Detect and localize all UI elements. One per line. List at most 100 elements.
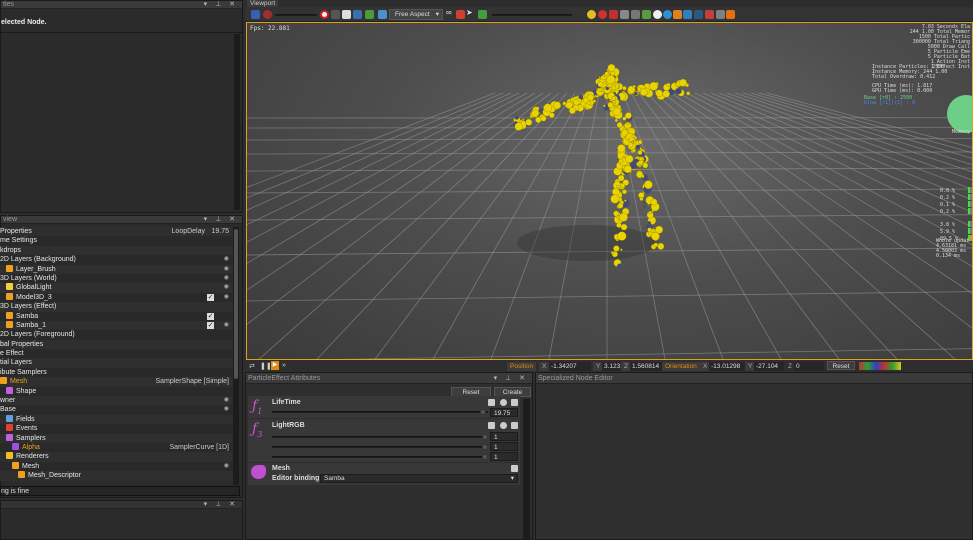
loop-delay-value[interactable]: 19.75 — [211, 227, 229, 236]
delete-icon[interactable] — [511, 422, 518, 429]
loop-icon[interactable]: ∞ — [446, 8, 455, 17]
tree-row[interactable]: GlobalLight ◉ — [0, 283, 233, 293]
eye-icon[interactable]: ◉ — [224, 321, 229, 330]
tree-row[interactable]: Model3D_3 ✓ ◉ — [0, 292, 233, 303]
cube-view-icon[interactable] — [378, 10, 387, 19]
g-slider[interactable] — [272, 446, 488, 448]
visibility-checkbox[interactable]: ✓ — [207, 312, 214, 320]
eye-icon[interactable]: ◉ — [224, 396, 229, 405]
tree-row[interactable]: 2D Layers (Foreground) — [0, 330, 233, 340]
eye-icon[interactable]: ◉ — [224, 274, 229, 283]
tree-row[interactable]: Samba ✓ — [0, 311, 233, 321]
eye-icon[interactable]: ◉ — [224, 462, 229, 471]
play-icon[interactable] — [478, 10, 487, 19]
panel-buttons[interactable]: ▾ ⊥ ✕ — [204, 1, 238, 9]
settings-icon[interactable] — [500, 399, 507, 406]
tree-row[interactable]: Renderers — [0, 452, 233, 462]
orientation-y-field[interactable]: -27.104 — [754, 362, 784, 371]
r-slider[interactable] — [272, 436, 488, 438]
tree-row[interactable]: 2D Layers (Background) ◉ — [0, 255, 233, 265]
camera-icon[interactable] — [331, 10, 340, 19]
tree-row[interactable]: Samba_1 ✓ ◉ — [0, 320, 233, 331]
axis-icon[interactable] — [694, 10, 703, 19]
eye-icon[interactable]: ◉ — [224, 255, 229, 264]
eye-icon[interactable]: ◉ — [224, 293, 229, 302]
time-slider[interactable] — [275, 14, 317, 16]
layers-icon[interactable] — [705, 10, 714, 19]
record-icon[interactable] — [320, 10, 329, 19]
editor-binding-select[interactable]: Samba ▾ — [320, 474, 518, 483]
tree-row[interactable]: 3D Layers (World) ◉ — [0, 273, 233, 284]
position-x-field[interactable]: -1.34207 — [549, 362, 591, 371]
eye-icon[interactable]: ◉ — [224, 405, 229, 414]
orientation-x-field[interactable]: -13.01298 — [709, 362, 749, 371]
b-slider[interactable] — [272, 456, 488, 458]
loop-icon[interactable]: ⇄ — [249, 362, 255, 370]
grid-icon[interactable] — [620, 10, 629, 19]
tree-row[interactable]: me Settings — [0, 236, 233, 246]
gizmo-icons[interactable] — [859, 362, 901, 370]
record-off-icon[interactable] — [263, 10, 272, 19]
panel-buttons[interactable]: ▾ ⊥ ✕ — [494, 373, 528, 384]
b-value[interactable]: 1 — [490, 452, 518, 461]
radiation-icon[interactable] — [587, 10, 596, 19]
film-icon[interactable] — [353, 10, 362, 19]
tree-row[interactable]: e Effect — [0, 349, 233, 359]
plant-icon[interactable] — [365, 10, 374, 19]
settings-icon[interactable] — [500, 422, 507, 429]
lifetime-value[interactable]: 19.75 — [490, 408, 518, 417]
tree-row[interactable]: Layer_Brush ◉ — [0, 264, 233, 274]
aspect-select[interactable]: Free Aspect ▾ — [389, 9, 443, 20]
stop-sign-icon[interactable] — [598, 10, 607, 19]
reset-transform-button[interactable]: Reset — [827, 361, 855, 370]
slider-knob[interactable] — [482, 434, 488, 440]
power-icon[interactable] — [726, 10, 735, 19]
eye-icon[interactable]: ◉ — [224, 283, 229, 292]
slider-knob[interactable] — [482, 444, 488, 450]
play-icon[interactable]: ▶ — [271, 361, 279, 370]
stop-icon[interactable] — [456, 10, 465, 19]
tree-row[interactable]: bal Properties — [0, 339, 233, 350]
position-z-field[interactable]: 1.560814 — [630, 362, 664, 371]
graph-icon[interactable] — [488, 422, 495, 429]
g-value[interactable]: 1 — [490, 442, 518, 451]
shield-icon[interactable] — [716, 10, 725, 19]
lifetime-slider[interactable] — [272, 411, 488, 413]
tree-row[interactable]: kdrops — [0, 245, 233, 256]
visibility-checkbox[interactable]: ✓ — [207, 293, 214, 301]
visibility-checkbox[interactable]: ✓ — [207, 321, 214, 329]
tree-row[interactable]: Mesh SamplerShape [Simple] — [0, 377, 233, 387]
tree-scrollbar[interactable] — [233, 227, 239, 485]
tree-row[interactable]: Fields — [0, 414, 233, 425]
panel-buttons[interactable]: ▾ ⊥ ✕ — [204, 216, 238, 224]
globe-icon[interactable] — [683, 10, 692, 19]
tree-row[interactable]: tial Layers — [0, 358, 233, 368]
tree-row[interactable]: Alpha SamplerCurve [1D] — [0, 442, 233, 453]
tree-row[interactable]: 3D Layers (Effect) — [0, 302, 233, 312]
tree-row[interactable]: Mesh ◉ — [0, 461, 233, 472]
nodes-icon[interactable] — [609, 10, 618, 19]
scrollbar[interactable] — [234, 34, 240, 210]
save-icon[interactable] — [251, 10, 260, 19]
r-value[interactable]: 1 — [490, 432, 518, 441]
fast-forward-icon[interactable]: » — [282, 362, 286, 369]
viewport-canvas[interactable]: Fps: 22.881 7.03 Seconds Ela 244 1.00 Tot… — [246, 22, 973, 360]
slider-knob[interactable] — [482, 454, 488, 460]
speed-slider[interactable] — [492, 14, 572, 16]
light-icon[interactable] — [653, 10, 662, 19]
bounds-icon[interactable] — [631, 10, 640, 19]
panel-buttons[interactable]: ▾ ⊥ ✕ — [204, 501, 238, 509]
bug-icon[interactable] — [642, 10, 651, 19]
orientation-z-field[interactable]: 0 — [794, 362, 824, 371]
tree-row[interactable]: Samplers — [0, 433, 233, 443]
cursor-icon[interactable]: ➤ — [466, 8, 475, 17]
gear-icon[interactable] — [663, 10, 672, 19]
pause-icon[interactable]: ❚❚ — [260, 362, 272, 370]
eye-icon[interactable]: ◉ — [224, 265, 229, 274]
tree-row[interactable]: Shape — [0, 386, 233, 397]
tree-row[interactable]: ibute Samplers — [0, 367, 233, 378]
tree-row[interactable]: Mesh_Descriptor — [0, 471, 233, 481]
tree-row[interactable]: wner ◉ — [0, 396, 233, 406]
bars-icon[interactable] — [673, 10, 682, 19]
screenshot-icon[interactable] — [342, 10, 351, 19]
